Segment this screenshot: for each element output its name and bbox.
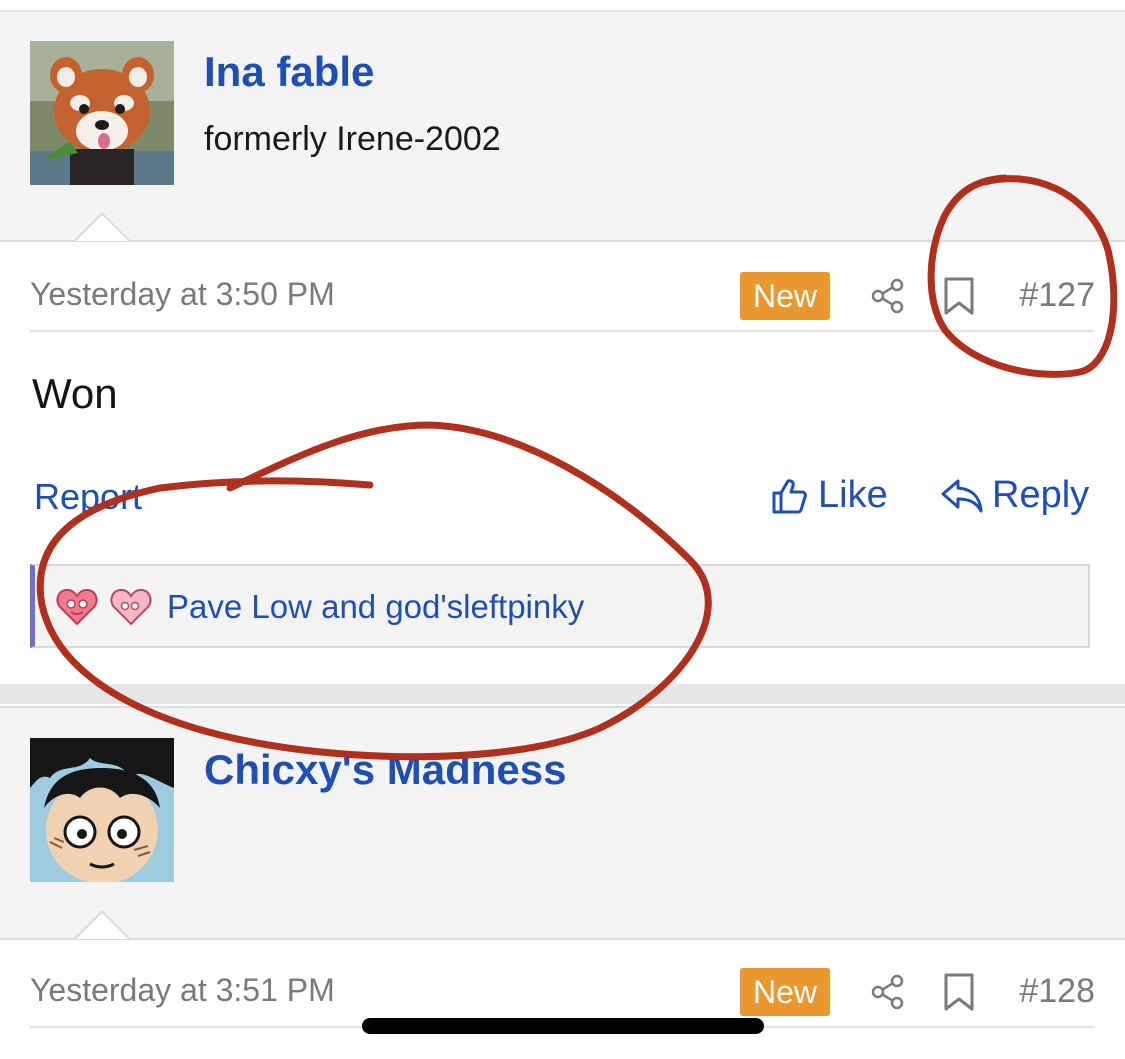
bookmark-icon[interactable]: [943, 973, 975, 1011]
post-127-user-block: Ina fable formerly Irene-2002: [0, 12, 1125, 242]
post-timestamp[interactable]: Yesterday at 3:51 PM: [30, 972, 335, 1009]
love-reaction-icon: [56, 588, 98, 626]
post-body-text: Won: [32, 370, 118, 417]
post-number-link[interactable]: #127: [1019, 276, 1095, 315]
user-title: formerly Irene-2002: [204, 120, 501, 158]
love-reaction-icon: [110, 588, 152, 626]
avatar-chicxys-madness[interactable]: [30, 738, 174, 882]
reply-button[interactable]: Reply: [940, 474, 1089, 517]
post-127-meta-row: Yesterday at 3:50 PM New #127: [30, 242, 1095, 332]
message-pointer: [74, 910, 130, 939]
username-link[interactable]: Ina fable: [204, 48, 374, 96]
home-indicator: [362, 1018, 764, 1034]
bookmark-icon[interactable]: [943, 277, 975, 315]
report-link[interactable]: Report: [34, 476, 142, 518]
reactions-users-link[interactable]: Pave Low and god'sleftpinky: [167, 588, 584, 626]
post-128-meta-row: Yesterday at 3:51 PM New #128: [30, 938, 1095, 1028]
top-separator: [0, 0, 1125, 12]
like-button[interactable]: Like: [770, 474, 888, 517]
message-pointer: [74, 212, 130, 241]
like-label: Like: [818, 474, 888, 516]
thumbs-up-icon: [772, 478, 807, 513]
share-icon[interactable]: [870, 278, 906, 314]
reactions-bar[interactable]: Pave Low and god'sleftpinky: [30, 564, 1090, 648]
reply-label: Reply: [992, 474, 1090, 516]
post-number-link[interactable]: #128: [1019, 972, 1095, 1011]
reply-arrow-icon: [941, 479, 983, 512]
post-divider: [0, 684, 1125, 704]
username-link[interactable]: Chicxy's Madness: [204, 746, 566, 794]
avatar-ina-fable[interactable]: [30, 41, 174, 185]
share-icon[interactable]: [870, 974, 906, 1010]
new-badge: New: [740, 272, 830, 320]
post-timestamp[interactable]: Yesterday at 3:50 PM: [30, 276, 335, 313]
post-128-user-block: Chicxy's Madness: [0, 706, 1125, 940]
new-badge: New: [740, 968, 830, 1016]
